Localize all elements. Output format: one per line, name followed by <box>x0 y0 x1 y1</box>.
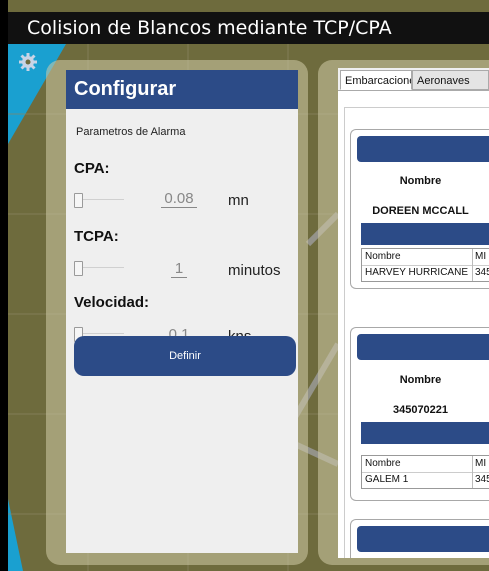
table-row[interactable]: GALEM 1 345 <box>362 472 489 488</box>
table-row[interactable]: HARVEY HURRICANE 345 <box>362 265 489 281</box>
cpa-slider[interactable] <box>74 193 124 208</box>
cpa-unit: mn <box>228 192 249 209</box>
gear-icon[interactable] <box>18 52 38 72</box>
tcpa-slider-thumb[interactable] <box>74 261 83 276</box>
vessel-name: 345070221 <box>392 404 449 416</box>
tab-embarcaciones[interactable]: Embarcaciones <box>340 70 412 90</box>
cpa-slider-thumb[interactable] <box>74 193 83 208</box>
row-name: GALEM 1 <box>365 474 409 485</box>
grid-header-mmsi[interactable]: MI <box>472 456 489 472</box>
definir-button[interactable]: Definir <box>74 336 296 376</box>
config-title: Configurar <box>66 70 298 109</box>
card-header-bar <box>357 334 489 360</box>
cpa-label: CPA: <box>74 160 110 177</box>
vessel-card <box>350 519 489 558</box>
tcpa-label: TCPA: <box>74 228 119 245</box>
grid-header-mmsi[interactable]: MI <box>472 249 489 265</box>
grid-header-nombre[interactable]: Nombre <box>365 249 469 265</box>
config-panel: Configurar Parametros de Alarma CPA: 0.0… <box>66 70 298 553</box>
app-window: Colision de Blancos mediante TCP/CPA Con… <box>8 0 489 571</box>
tcpa-value[interactable]: 1 <box>171 260 187 278</box>
row-mmsi: 345 <box>472 472 489 488</box>
vessel-card: Nombre 345070221 Nombre MI GALEM 1 345 <box>350 327 489 501</box>
tab-bar: Embarcaciones Aeronaves <box>338 68 489 92</box>
vessel-grid: Nombre MI HARVEY HURRICANE 345 <box>361 248 489 282</box>
window-title: Colision de Blancos mediante TCP/CPA <box>8 12 489 44</box>
tcpa-unit: minutos <box>228 262 281 279</box>
vessel-grid: Nombre MI GALEM 1 345 <box>361 455 489 489</box>
tab-content: Nombre DOREEN MCCALL Nombre MI HARVEY HU… <box>338 90 489 558</box>
row-mmsi: 345 <box>472 265 489 281</box>
grid-header-nombre[interactable]: Nombre <box>365 456 469 472</box>
card-header-bar <box>357 526 489 552</box>
card-section-bar <box>361 422 489 444</box>
card-header-bar <box>357 136 489 162</box>
alarm-params-label: Parametros de Alarma <box>76 126 186 138</box>
card-section-bar <box>361 223 489 245</box>
vessel-name: DOREEN MCCALL <box>372 205 469 217</box>
tab-aeronaves[interactable]: Aeronaves <box>412 70 489 90</box>
vessel-card: Nombre DOREEN MCCALL Nombre MI HARVEY HU… <box>350 129 489 289</box>
vessels-panel: Embarcaciones Aeronaves Nombre DOREEN MC… <box>338 68 489 558</box>
grid-header-row: Nombre MI <box>362 456 489 473</box>
row-name: HARVEY HURRICANE <box>365 267 468 278</box>
card-name-header: Nombre <box>399 175 442 187</box>
velocidad-label: Velocidad: <box>74 294 150 311</box>
cpa-value[interactable]: 0.08 <box>161 190 197 208</box>
grid-header-row: Nombre MI <box>362 249 489 266</box>
tcpa-slider[interactable] <box>74 261 124 276</box>
card-name-header: Nombre <box>399 374 442 386</box>
